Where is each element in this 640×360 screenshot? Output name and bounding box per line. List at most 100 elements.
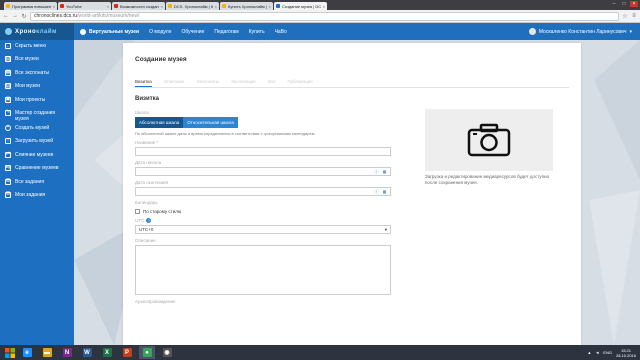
close-window-button[interactable]: × xyxy=(630,1,638,7)
sidebar-item-icon: ▤ xyxy=(5,55,11,63)
scale-label: Шкала xyxy=(135,110,149,115)
step-card[interactable]: Визитка xyxy=(135,79,152,87)
url-host: chronoclines.dcs.ru xyxy=(34,13,78,19)
volume-icon[interactable]: ◄ xyxy=(595,350,599,355)
sidebar-item-icon: ← xyxy=(5,42,11,49)
minimize-button[interactable]: – xyxy=(610,1,618,7)
sidebar-item[interactable]: ⇄ Слияние музеев xyxy=(0,149,74,162)
url-path: /world-art/kits/museum/new/ xyxy=(77,13,140,19)
sidebar-item[interactable]: + Создать музей xyxy=(0,122,74,135)
close-tab-icon[interactable]: × xyxy=(107,4,109,9)
browser-tab[interactable]: Купить Хроноклайм | × xyxy=(220,2,273,10)
taskbar-app-chrome[interactable]: ● xyxy=(139,346,155,359)
reload-icon[interactable]: ↻ xyxy=(21,13,27,20)
sidebar-item-icon: ⇄ xyxy=(5,151,11,158)
taskbar-app-onenote[interactable]: N xyxy=(59,346,75,359)
home-icon xyxy=(80,28,86,35)
menu-icon[interactable]: ≡ xyxy=(631,13,637,19)
taskbar-apps: e ▬ N W X P ● ◉ xyxy=(19,346,175,359)
close-tab-icon[interactable]: × xyxy=(323,4,325,9)
language-indicator[interactable]: ENG xyxy=(603,350,612,355)
browser-tab[interactable]: YouTube × xyxy=(58,2,111,10)
close-tab-icon[interactable]: × xyxy=(161,4,163,9)
browser-tab[interactable]: Программа повышения к× xyxy=(4,2,57,10)
relative-scale-button[interactable]: Относительная шкала xyxy=(183,117,238,128)
taskbar-app-file-explorer[interactable]: ▬ xyxy=(39,346,55,359)
user-name: Москаленко Константин Ларинусович xyxy=(538,28,627,35)
calendar-label: Календарь xyxy=(135,200,158,205)
nav-buy[interactable]: Купить xyxy=(249,29,265,35)
windows-taskbar: e ▬ N W X P ● ◉ ▲ ◄ ENG 15:21 28.10.2016 xyxy=(0,345,640,360)
sidebar-item[interactable]: ⇆ Сравнение музеев xyxy=(0,162,74,175)
sidebar-item[interactable]: ← Скрыть меню xyxy=(0,40,74,53)
favicon-icon xyxy=(276,4,280,8)
sidebar-item[interactable]: ✎ Мастер создания музея xyxy=(0,107,74,122)
calendar-icon[interactable]: ▦ xyxy=(382,189,387,194)
start-date-input[interactable]: ⓘ ▦ xyxy=(135,167,391,176)
window-controls: – □ × xyxy=(610,1,638,7)
absolute-scale-button[interactable]: Абсолютная шкала xyxy=(135,117,184,128)
nav-training[interactable]: Обучение xyxy=(181,29,204,35)
maximize-button[interactable]: □ xyxy=(620,1,628,7)
start-date-label: Дата начала xyxy=(135,160,162,165)
taskbar-app-internet-explorer[interactable]: e xyxy=(19,346,35,359)
app-header: Хроноклайм Виртуальные музеи О модуле Об… xyxy=(0,23,640,40)
app-logo[interactable]: Хроноклайм xyxy=(0,23,74,40)
close-tab-icon[interactable]: × xyxy=(215,4,217,9)
url-input[interactable]: chronoclines.dcs.ru/world-art/kits/museu… xyxy=(30,11,619,21)
sidebar-item-label: Сравнение музеев xyxy=(15,165,59,172)
sidebar-item[interactable]: ↑ Загрузить музей xyxy=(0,135,74,148)
browser-tab[interactable]: Создание музея | DCS × xyxy=(274,2,327,10)
forward-icon[interactable]: → xyxy=(12,13,18,19)
excel-icon: X xyxy=(102,348,112,357)
close-tab-icon[interactable]: × xyxy=(269,4,271,9)
utc-value: UTC+0 xyxy=(139,227,154,232)
sidebar-item[interactable]: ▤ Мои музеи xyxy=(0,80,74,93)
tab-title: Программа повышения к xyxy=(12,3,51,9)
address-bar: ← → ↻ chronoclines.dcs.ru/world-art/kits… xyxy=(0,10,640,23)
end-date-input[interactable]: ⓘ ▦ xyxy=(135,187,391,196)
next-field-label: Археопровождение xyxy=(135,299,176,304)
checkbox-box[interactable] xyxy=(135,209,140,214)
clock-date: 28.10.2016 xyxy=(615,352,636,358)
network-icon[interactable]: ▲ xyxy=(587,350,591,355)
utc-select[interactable]: UTC+0 ▾ xyxy=(135,225,391,234)
chevron-down-icon: ▾ xyxy=(629,28,632,35)
sidebar-item[interactable]: ▦ Все экспонаты xyxy=(0,67,74,80)
logo-text: Хроноклайм xyxy=(15,28,57,35)
clock[interactable]: 15:21 28.10.2016 xyxy=(616,348,636,358)
help-icon[interactable]: ? xyxy=(146,218,152,223)
name-input[interactable] xyxy=(135,147,391,156)
old-style-checkbox[interactable]: По старому стилю xyxy=(135,209,391,214)
browser-tab[interactable]: DCS. Хроноклайм | К × xyxy=(166,2,219,10)
nav-virtual-museums[interactable]: Виртуальные музеи xyxy=(80,28,139,35)
favicon-icon xyxy=(222,4,226,8)
calendar-icon[interactable]: ▦ xyxy=(382,169,387,174)
windows-logo-icon xyxy=(4,347,15,358)
sidebar-item[interactable]: ☰ Мои задания xyxy=(0,189,74,202)
sidebar-item-label: Мои музеи xyxy=(15,83,40,90)
bookmark-star-icon[interactable]: ☆ xyxy=(622,13,628,20)
taskbar-app-word[interactable]: W xyxy=(79,346,95,359)
sidebar-item-icon: ▣ xyxy=(5,96,11,103)
nav-faq[interactable]: ЧаВо xyxy=(275,29,287,35)
sidebar-item[interactable]: ▣ Мои проекты xyxy=(0,94,74,107)
taskbar-app-powerpoint[interactable]: P xyxy=(119,346,135,359)
sidebar-item[interactable]: ▤ Все музеи xyxy=(0,53,74,66)
user-menu[interactable]: Москаленко Константин Ларинусович ▾ xyxy=(528,28,640,35)
nav-teachers[interactable]: Педагогам xyxy=(214,29,238,35)
info-icon[interactable]: ⓘ xyxy=(374,169,379,174)
back-icon[interactable]: ← xyxy=(3,13,9,19)
taskbar-app-excel[interactable]: X xyxy=(99,346,115,359)
sidebar-item[interactable]: ☰ Все задания xyxy=(0,176,74,189)
close-tab-icon[interactable]: × xyxy=(53,4,55,9)
description-textarea[interactable] xyxy=(135,245,391,295)
taskbar-app-media[interactable]: ◉ xyxy=(159,346,175,359)
chrome-icon: ● xyxy=(142,348,152,357)
info-icon[interactable]: ⓘ xyxy=(374,189,379,194)
wizard-steps: Визитка Описание Экспонаты Экспозиция За… xyxy=(135,79,569,88)
create-museum-card: Создание музея Визитка Описание Экспонат… xyxy=(123,43,581,345)
start-button[interactable] xyxy=(4,347,15,358)
nav-about[interactable]: О модуле xyxy=(149,29,171,35)
browser-tab[interactable]: Возможности создани × xyxy=(112,2,165,10)
